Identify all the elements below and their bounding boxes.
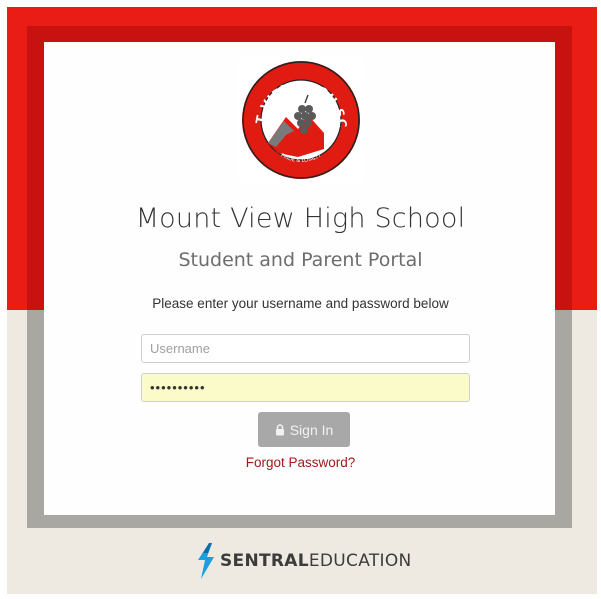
password-input[interactable]: [141, 373, 470, 402]
page-title: Mount View High School: [135, 203, 466, 234]
sentral-education-logo: SENTRALEDUCATION: [196, 543, 412, 579]
school-logo: MOUNT VIEW HIGH SCHOOL PRIDE & LOYALTY: [238, 57, 364, 183]
login-instructions: Please enter your username and password …: [152, 296, 449, 311]
sign-in-label: Sign In: [289, 421, 334, 438]
brand-sentral: SENTRAL: [220, 551, 309, 571]
sign-in-button[interactable]: Sign In: [258, 412, 350, 447]
lock-icon: [275, 423, 284, 435]
brand-education: EDUCATION: [308, 551, 412, 571]
sentral-s-icon: [198, 543, 214, 579]
forgot-password-link[interactable]: Forgot Password?: [0, 455, 601, 470]
username-input[interactable]: [141, 334, 470, 363]
portal-subtitle: Student and Parent Portal: [178, 249, 423, 271]
